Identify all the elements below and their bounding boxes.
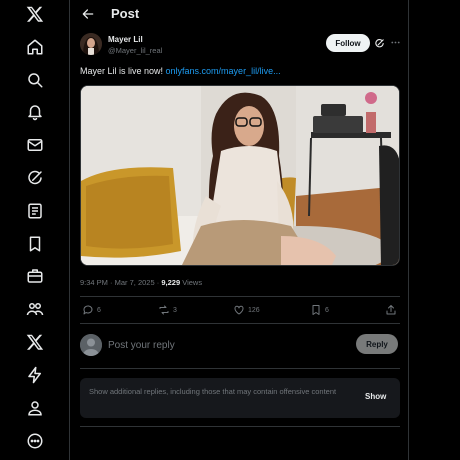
home-icon[interactable] bbox=[24, 36, 46, 58]
back-arrow-icon[interactable] bbox=[80, 6, 96, 22]
post-time[interactable]: 9:34 PM bbox=[80, 278, 108, 287]
page-title: Post bbox=[111, 6, 140, 21]
author-avatar[interactable] bbox=[80, 33, 102, 55]
repost-action[interactable]: 3 bbox=[158, 303, 177, 317]
divider bbox=[80, 323, 400, 324]
reply-action[interactable]: 6 bbox=[82, 303, 101, 317]
like-action[interactable]: 126 bbox=[233, 303, 260, 317]
jobs-icon[interactable] bbox=[24, 265, 46, 287]
lists-icon[interactable] bbox=[24, 200, 46, 222]
author-name[interactable]: Mayer Lil bbox=[108, 35, 143, 44]
more-options-icon[interactable] bbox=[389, 36, 401, 48]
post-meta: 9:34 PM · Mar 7, 2025 · 9,229 Views bbox=[80, 278, 202, 287]
communities-icon[interactable] bbox=[24, 298, 46, 320]
like-heart-icon bbox=[234, 305, 244, 315]
post-date[interactable]: Mar 7, 2025 bbox=[115, 278, 155, 287]
profile-icon[interactable] bbox=[24, 397, 46, 419]
views-count: 9,229 bbox=[161, 278, 181, 287]
post-actions: 6 3 126 6 bbox=[80, 303, 400, 317]
share-action[interactable] bbox=[385, 303, 397, 317]
bookmarks-icon[interactable] bbox=[24, 233, 46, 255]
grok-icon[interactable] bbox=[24, 167, 46, 189]
views-label: Views bbox=[182, 278, 203, 287]
share-icon bbox=[386, 305, 396, 315]
notifications-icon[interactable] bbox=[24, 101, 46, 123]
reply-input[interactable] bbox=[108, 338, 308, 352]
search-icon[interactable] bbox=[24, 69, 46, 91]
verified-orgs-icon[interactable] bbox=[24, 364, 46, 386]
sidebar-nav bbox=[0, 0, 70, 460]
divider bbox=[80, 296, 400, 297]
divider bbox=[80, 368, 400, 369]
premium-icon[interactable] bbox=[24, 331, 46, 353]
more-icon[interactable] bbox=[24, 430, 46, 452]
bookmark-action[interactable]: 6 bbox=[310, 303, 329, 317]
divider bbox=[80, 426, 400, 427]
reply-button[interactable]: Reply bbox=[356, 334, 398, 354]
like-count: 126 bbox=[248, 306, 260, 314]
post-media-image[interactable] bbox=[80, 85, 400, 266]
author-handle[interactable]: @Mayer_lil_real bbox=[108, 46, 162, 55]
user-avatar[interactable] bbox=[80, 334, 102, 356]
post-detail-column: Post Mayer Lil @Mayer_lil_real Follow Ma… bbox=[71, 0, 409, 460]
bookmark-icon bbox=[312, 305, 320, 315]
follow-button[interactable]: Follow bbox=[326, 34, 370, 52]
reply-count: 6 bbox=[97, 306, 101, 314]
repost-icon bbox=[159, 305, 169, 315]
repost-count: 3 bbox=[173, 306, 177, 314]
additional-replies-notice: Show additional replies, including those… bbox=[80, 378, 400, 418]
show-replies-button[interactable]: Show bbox=[365, 392, 386, 401]
messages-icon[interactable] bbox=[24, 134, 46, 156]
post-header: Post bbox=[71, 0, 409, 28]
additional-replies-text: Show additional replies, including those… bbox=[89, 387, 337, 396]
x-logo-icon[interactable] bbox=[24, 3, 46, 25]
post-body-text: Mayer Lil is live now! bbox=[80, 66, 166, 76]
post-link[interactable]: onlyfans.com/mayer_lil/live... bbox=[166, 66, 281, 76]
reply-icon bbox=[83, 305, 93, 315]
grok-explain-icon[interactable] bbox=[373, 37, 385, 49]
post-text: Mayer Lil is live now! onlyfans.com/maye… bbox=[80, 66, 400, 76]
bookmark-count: 6 bbox=[325, 306, 329, 314]
